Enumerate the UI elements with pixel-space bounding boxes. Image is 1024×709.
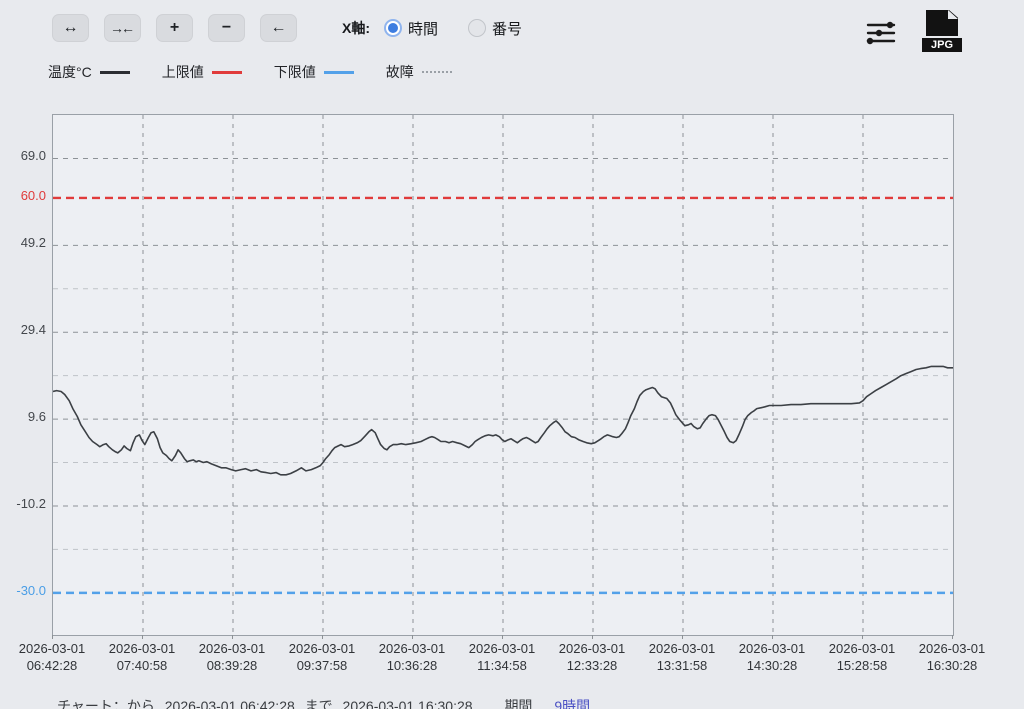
radio-time[interactable]: 時間 (384, 18, 438, 39)
pan-left-button[interactable]: ← (260, 14, 297, 42)
jpg-fold-corner (948, 10, 958, 19)
x-axis-tick-mark (862, 635, 863, 639)
legend-fault-label: 故障 (386, 62, 414, 82)
x-tick-time: 16:30:28 (897, 657, 1007, 674)
jpg-label: JPG (922, 38, 962, 52)
y-tick-label: -30.0 (0, 583, 46, 598)
legend-item-temperature: 温度°C (48, 62, 130, 82)
top-right-actions: JPG (866, 10, 962, 52)
toolbar: ↔ →← + − ← X軸: 時間 番号 (52, 14, 552, 42)
legend-temperature-label: 温度°C (48, 62, 92, 82)
legend-fault-line (422, 71, 452, 73)
compress-x-button[interactable]: →← (104, 14, 141, 42)
status-period-label: 期間 (504, 698, 532, 709)
x-axis-tick-mark (142, 635, 143, 639)
x-tick-date: 2026-03-01 (897, 640, 1007, 657)
x-axis-tick-mark (52, 635, 53, 639)
legend-temperature-line (100, 71, 130, 74)
radio-number-label: 番号 (492, 18, 522, 39)
x-axis-tick-mark (322, 635, 323, 639)
zoom-in-button[interactable]: + (156, 14, 193, 42)
status-period-link[interactable]: 9時間 (554, 698, 590, 709)
x-axis-mode-label: X軸: (342, 18, 370, 38)
status-to-datetime: 2026-03-01 16:30:28 (343, 698, 473, 709)
legend-item-fault: 故障 (386, 62, 452, 82)
status-bar: チャート：から 2026-03-01 06:42:28 まで 2026-03-0… (57, 696, 590, 709)
y-tick-label: 69.0 (0, 148, 46, 163)
y-tick-label: 60.0 (0, 188, 46, 203)
legend-lower-limit-line (324, 71, 354, 74)
x-axis-tick-mark (502, 635, 503, 639)
zoom-out-button[interactable]: − (208, 14, 245, 42)
temperature-chart-canvas[interactable] (53, 115, 953, 635)
legend-lower-limit-label: 下限値 (274, 62, 316, 82)
x-axis-tick-mark (232, 635, 233, 639)
y-tick-label: 29.4 (0, 322, 46, 337)
x-axis-tick-mark (772, 635, 773, 639)
chart-plot-area[interactable] (52, 114, 954, 636)
legend-item-lower-limit: 下限値 (274, 62, 354, 82)
y-tick-label: -10.2 (0, 496, 46, 511)
sliders-icon[interactable] (866, 21, 896, 45)
x-axis-tick-mark (682, 635, 683, 639)
legend-upper-limit-line (212, 71, 242, 74)
x-axis-tick-mark (952, 635, 953, 639)
chart-legend: 温度°C 上限値 下限値 故障 (48, 62, 484, 82)
legend-upper-limit-label: 上限値 (162, 62, 204, 82)
x-axis-tick-mark (592, 635, 593, 639)
legend-item-upper-limit: 上限値 (162, 62, 242, 82)
radio-number-dot[interactable] (468, 19, 486, 37)
y-tick-label: 49.2 (0, 235, 46, 250)
y-tick-label: 9.6 (0, 409, 46, 424)
status-prefix: チャート：から (57, 698, 155, 709)
status-from-datetime: 2026-03-01 06:42:28 (165, 698, 295, 709)
jpg-document-shape (926, 10, 958, 36)
jpg-export-icon[interactable]: JPG (922, 10, 962, 52)
radio-time-dot[interactable] (384, 19, 402, 37)
expand-x-button[interactable]: ↔ (52, 14, 89, 42)
radio-time-label: 時間 (408, 18, 438, 39)
radio-number[interactable]: 番号 (468, 18, 522, 39)
x-tick-label: 2026-03-0116:30:28 (897, 640, 1007, 674)
x-axis-tick-mark (412, 635, 413, 639)
status-middle: まで (305, 698, 333, 709)
temperature-logger-app: ↔ →← + − ← X軸: 時間 番号 (0, 0, 1024, 709)
